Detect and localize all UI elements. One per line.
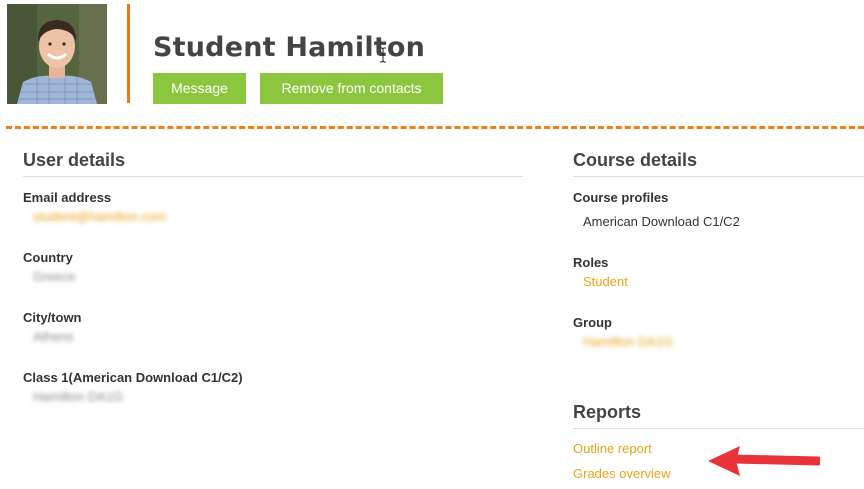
course-profiles-label: Course profiles [573, 190, 669, 205]
header-accent-bar [127, 4, 130, 103]
city-label: City/town [23, 310, 82, 325]
course-details-rule [573, 176, 864, 177]
outline-report-link[interactable]: Outline report [573, 441, 652, 456]
country-label: Country [23, 250, 73, 265]
user-details-rule [23, 176, 523, 177]
header-divider [6, 126, 864, 129]
user-details-heading: User details [23, 150, 126, 170]
annotation-arrow-icon [708, 446, 820, 476]
profile-page: Student Hamilton Message Remove from con… [0, 0, 864, 489]
email-label: Email address [23, 190, 112, 205]
course-details-heading: Course details [573, 150, 698, 170]
reports-rule [573, 428, 864, 429]
group-label: Group [573, 315, 612, 330]
roles-label: Roles [573, 255, 609, 270]
avatar [7, 4, 107, 104]
message-button[interactable]: Message [153, 73, 246, 104]
grades-overview-link[interactable]: Grades overview [573, 466, 671, 481]
email-link[interactable]: student@hamilton.com [33, 209, 166, 224]
class-label: Class 1(American Download C1/C2) [23, 370, 243, 385]
role-student-link[interactable]: Student [583, 274, 628, 289]
remove-from-contacts-button[interactable]: Remove from contacts [260, 73, 443, 104]
reports-heading: Reports [573, 402, 642, 422]
country-value: Greece [33, 269, 76, 284]
class-value: Hamilton DA1G [33, 389, 124, 404]
group-link[interactable]: Hamilton DA1G [583, 334, 673, 349]
text-cursor-icon [380, 47, 386, 63]
course-profile-item: American Download C1/C2 [583, 214, 740, 229]
city-value: Athens [33, 329, 74, 344]
